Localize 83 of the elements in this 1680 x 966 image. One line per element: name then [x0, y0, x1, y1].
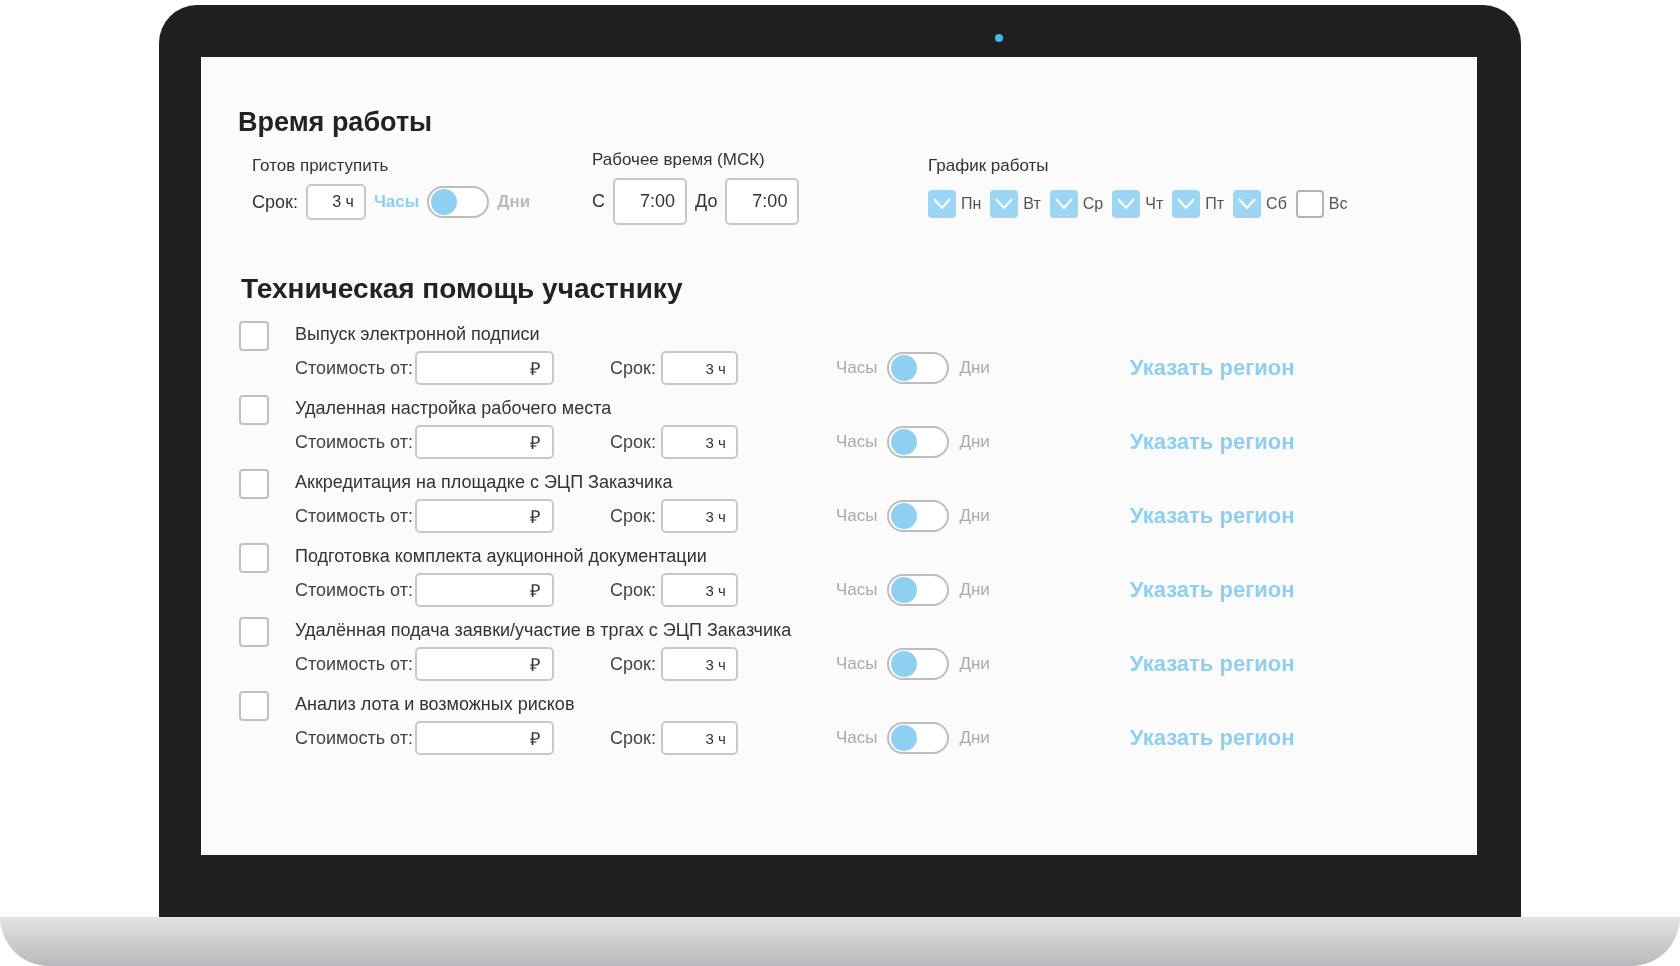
term-field[interactable]: 3 ч	[660, 721, 738, 755]
toggle-label: Часы	[835, 358, 878, 378]
checkbox[interactable]	[1112, 190, 1141, 218]
field-label: Срок:	[610, 653, 656, 675]
toggle-label: Дни	[497, 192, 531, 212]
toggle-label: Часы	[835, 728, 878, 748]
checkmark-icon	[1117, 198, 1136, 210]
service-name: Выпуск электронной подписи	[295, 324, 541, 345]
field-label: Срок:	[610, 579, 656, 601]
checkbox[interactable]	[239, 691, 269, 721]
cost-field[interactable]: ₽	[415, 647, 554, 681]
day-label: Вс	[1328, 195, 1348, 213]
toggle-label: Дни	[959, 654, 990, 674]
group-label: Рабочее время (МСК)	[592, 150, 766, 170]
toggle-label: Дни	[959, 506, 990, 526]
field-label: Стоимость от:	[295, 579, 413, 601]
toggle-label: Дни	[959, 432, 990, 452]
service-name: Аккредитация на площадке с ЭЦП Заказчика	[295, 472, 674, 493]
field-label: С	[592, 191, 605, 212]
toggle-label: Дни	[959, 728, 990, 748]
cost-field[interactable]: ₽	[415, 499, 554, 533]
toggle-label: Часы	[373, 192, 420, 212]
checkbox[interactable]	[239, 617, 269, 647]
term-field[interactable]: 3 ч	[660, 647, 738, 681]
checkbox[interactable]	[239, 321, 269, 351]
day-label: Пн	[961, 195, 982, 213]
service-name: Анализ лота и возможных рисков	[295, 694, 576, 715]
cost-field[interactable]: ₽	[415, 573, 554, 607]
toggle-label: Часы	[835, 654, 878, 674]
term-field[interactable]: 3 ч	[660, 499, 738, 533]
toggle-label: Часы	[835, 506, 878, 526]
field-label: Срок:	[610, 505, 656, 527]
section-title: Время работы	[238, 107, 434, 138]
checkbox[interactable]	[1172, 190, 1201, 218]
checkbox[interactable]	[990, 190, 1019, 218]
checkbox[interactable]	[1295, 190, 1324, 218]
service-name: Удаленная настройка рабочего места	[295, 398, 613, 419]
toggle-label: Дни	[959, 580, 990, 600]
field-label: Стоимость от:	[295, 505, 413, 527]
term-field[interactable]: 3 ч	[660, 351, 738, 385]
checkbox[interactable]	[239, 469, 269, 499]
day-label: Сб	[1266, 195, 1287, 213]
hours-days-switch[interactable]	[427, 186, 490, 218]
checkbox[interactable]	[239, 543, 269, 573]
checkbox[interactable]	[1049, 190, 1078, 218]
field-label: Срок:	[610, 357, 656, 379]
toggle-label: Часы	[835, 580, 878, 600]
service-name: Удалённая подача заявки/участие в тргах с ЭЦП Заказчика	[295, 620, 793, 641]
day-label: Ср	[1082, 195, 1104, 213]
field-label: Срок:	[610, 431, 656, 453]
term-field[interactable]: 3 ч	[305, 184, 366, 220]
day-label: Вт	[1023, 195, 1041, 213]
checkbox[interactable]	[928, 190, 956, 218]
section-title: Техническая помощь участнику	[241, 273, 684, 305]
checkbox[interactable]	[239, 395, 269, 425]
checkmark-icon	[1054, 198, 1073, 210]
field-label: Стоимость от:	[295, 357, 413, 379]
cost-field[interactable]: ₽	[415, 351, 554, 385]
group-label: График работы	[928, 156, 1050, 176]
field-label: Стоимость от:	[295, 653, 413, 675]
cost-field[interactable]: ₽	[415, 721, 554, 755]
cost-field[interactable]: ₽	[415, 425, 554, 459]
term-field[interactable]: 3 ч	[660, 425, 738, 459]
checkmark-icon	[1177, 198, 1196, 210]
checkbox[interactable]	[1233, 190, 1262, 218]
checkmark-icon	[933, 198, 951, 210]
checkmark-icon	[995, 198, 1014, 210]
day-label: Чт	[1145, 195, 1164, 213]
camera-icon	[995, 34, 1003, 42]
toggle-label: Часы	[835, 432, 878, 452]
term-field[interactable]: 3 ч	[660, 573, 738, 607]
field-label: Срок:	[610, 727, 656, 749]
field-label: Стоимость от:	[295, 727, 413, 749]
checkmark-icon	[1238, 198, 1257, 210]
time-field[interactable]: 7:00	[725, 178, 800, 225]
group-label: Готов приступить	[252, 156, 390, 176]
day-label: Пт	[1205, 195, 1225, 213]
toggle-label: Дни	[959, 358, 990, 378]
service-name: Подготовка комплекта аукционной документации	[295, 546, 708, 567]
field-label: Срок:	[252, 191, 298, 213]
field-label: Стоимость от:	[295, 431, 413, 453]
time-field[interactable]: 7:00	[613, 178, 687, 225]
field-label: До	[695, 191, 718, 212]
